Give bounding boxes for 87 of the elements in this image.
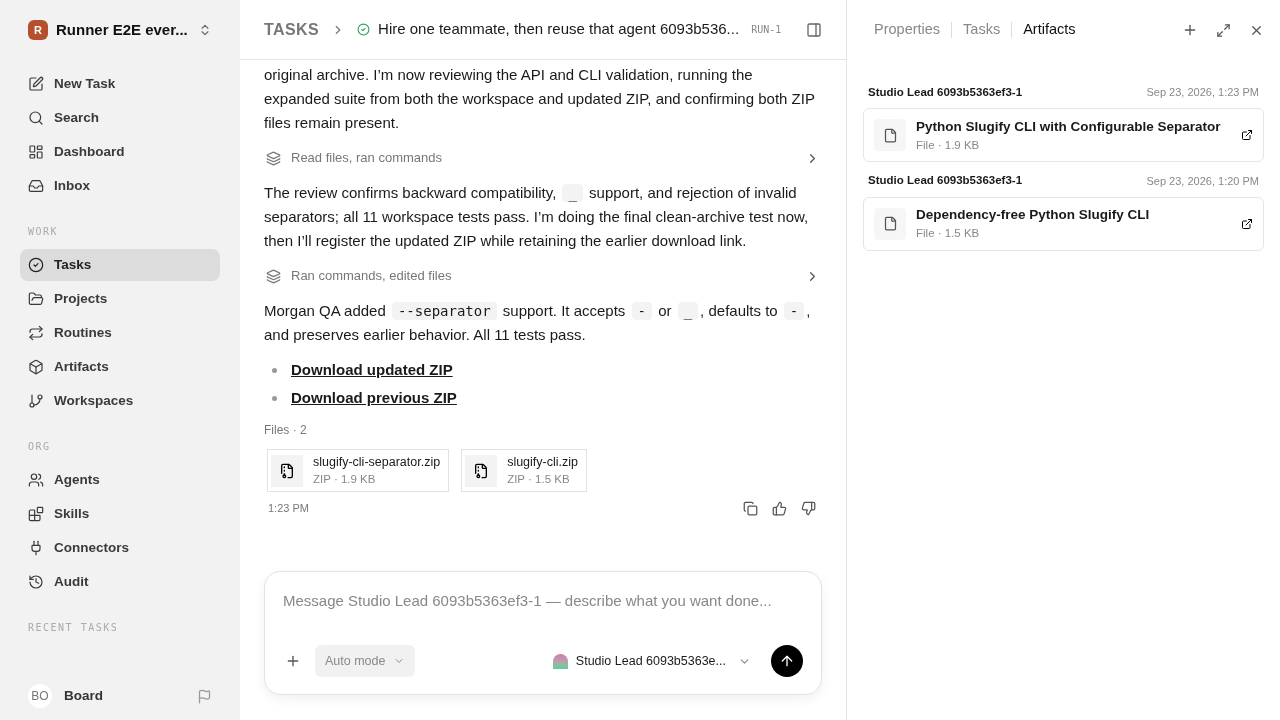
message-field[interactable]: Message Studio Lead 6093b5363ef3-1 — describe what you want done... xyxy=(283,590,803,613)
file-card[interactable]: slugify-cli.zip ZIP · 1.5 KB xyxy=(461,449,587,492)
activity-row[interactable]: Ran commands, edited files xyxy=(264,263,822,289)
repeat-icon xyxy=(28,325,44,341)
message-paragraph: Morgan QA added --separator support. It accepts - or _ , defaults to - , and preserves earlier behavior. All 11 tests pass. xyxy=(264,301,812,345)
archive-file-icon xyxy=(473,462,490,479)
sidebar-item[interactable]: Dashboard xyxy=(20,136,220,168)
message-time: 1:23 PM xyxy=(267,501,309,516)
artifact-meta: File · 1.9 KB xyxy=(916,137,981,153)
thumbs-down-icon[interactable] xyxy=(801,500,816,516)
artifact-date: Sep 23, 2026, 1:23 PM xyxy=(1146,85,1259,101)
artifact-meta: File · 1.5 KB xyxy=(916,226,981,241)
thumbs-up-icon[interactable] xyxy=(772,500,787,516)
layers-icon xyxy=(266,268,281,284)
artifact-card[interactable]: Dependency-free Python Slugify CLI File · 1.5 KB xyxy=(863,196,1264,251)
file-icon xyxy=(882,216,898,231)
sidebar-item[interactable]: Tasks xyxy=(20,249,220,281)
panel-tab[interactable]: Properties xyxy=(863,19,952,41)
task-title: Hire one teammate, then reuse that agent 6093b536... xyxy=(378,19,740,40)
section-label: RECENT TASKS xyxy=(27,621,120,635)
files-label: Files · 2 xyxy=(264,422,308,439)
workspace-name: Runner E2E ever... xyxy=(56,19,189,40)
copy-icon[interactable] xyxy=(743,500,758,516)
file-name: slugify-cli.zip xyxy=(507,453,578,471)
sidebar-item[interactable]: Inbox xyxy=(20,170,220,202)
user-name: Board xyxy=(64,686,104,705)
sidebar-item[interactable]: Workspaces xyxy=(20,385,220,417)
cube-icon xyxy=(28,359,44,375)
run-label: RUN-1 xyxy=(751,23,782,37)
artifact-title: Dependency-free Python Slugify CLI xyxy=(916,205,1151,224)
sidebar-item[interactable]: Search xyxy=(20,102,220,134)
message-paragraph: The review confirms backward compatibility, _ support, and rejection of invalid separators; all 11 workspace tests pass. I’m doing the final clean-archive test now, then I’ll register the updated ZIP while retaining the earlier download link. xyxy=(264,183,810,251)
expand-icon[interactable] xyxy=(1216,22,1231,38)
status-icon xyxy=(357,23,371,36)
add-icon[interactable] xyxy=(285,653,301,669)
pencil-icon xyxy=(28,76,44,92)
blocks-icon xyxy=(28,506,44,522)
dashboard-icon xyxy=(28,144,44,160)
search-icon xyxy=(28,110,44,126)
sidebar-item[interactable]: Artifacts xyxy=(20,351,220,383)
bullet-icon xyxy=(272,367,277,373)
panel-tab[interactable]: Artifacts xyxy=(1012,19,1087,41)
user-avatar: BO xyxy=(28,684,52,708)
external-link-icon[interactable] xyxy=(1241,129,1253,142)
history-icon xyxy=(28,574,44,590)
panel-toggle-icon[interactable] xyxy=(806,21,822,38)
breadcrumb-link[interactable]: TASKS xyxy=(264,17,320,42)
file-icon xyxy=(882,127,898,143)
add-icon[interactable] xyxy=(1182,22,1198,38)
sidebar-item[interactable]: Skills xyxy=(20,498,220,530)
artifact-title: Python Slugify CLI with Configurable Separator xyxy=(916,117,1222,136)
file-card[interactable]: slugify-cli-separator.zip ZIP · 1.9 KB xyxy=(267,449,450,492)
file-meta: ZIP · 1.5 KB xyxy=(507,472,571,488)
artifact-card[interactable]: Python Slugify CLI with Configurable Separator File · 1.9 KB xyxy=(863,108,1264,163)
sidebar-item[interactable]: Agents xyxy=(20,464,220,496)
sidebar-item[interactable]: Connectors xyxy=(20,532,220,564)
layers-icon xyxy=(266,150,281,166)
section-label: ORG xyxy=(27,440,52,454)
sidebar-item[interactable]: New Task xyxy=(20,68,220,100)
branch-icon xyxy=(28,393,44,409)
folder-icon xyxy=(28,291,44,307)
download-link[interactable]: Download updated ZIP xyxy=(291,358,453,382)
activity-row[interactable]: Read files, ran commands xyxy=(264,145,822,171)
flag-icon[interactable] xyxy=(197,688,212,704)
bullet-icon xyxy=(272,395,277,401)
section-label: WORK xyxy=(27,225,60,239)
download-link[interactable]: Download previous ZIP xyxy=(291,386,457,410)
external-link-icon[interactable] xyxy=(1241,217,1253,230)
sidebar-item[interactable]: Projects xyxy=(20,283,220,315)
file-name: slugify-cli-separator.zip xyxy=(313,453,441,471)
sidebar-item[interactable]: Audit xyxy=(20,566,220,598)
users-icon xyxy=(28,472,44,488)
artifact-author: Studio Lead 6093b5363ef3-1 xyxy=(868,85,1023,100)
panel-tab[interactable]: Tasks xyxy=(952,19,1012,41)
inbox-icon xyxy=(28,178,44,194)
send-button[interactable] xyxy=(771,645,803,677)
workspace-logo: R xyxy=(28,20,48,40)
artifact-date: Sep 23, 2026, 1:20 PM xyxy=(1146,173,1259,189)
plug-icon xyxy=(28,540,44,556)
message-paragraph: original archive. I’m now reviewing the API and CLI validation, running the expanded suite from both the workspace and updated ZIP, and confirming both ZIP files remain present. xyxy=(264,65,816,133)
file-meta: ZIP · 1.9 KB xyxy=(313,472,377,488)
agent-avatar xyxy=(552,653,568,669)
artifact-author: Studio Lead 6093b5363ef3-1 xyxy=(868,173,1023,189)
agent-dropdown[interactable]: Studio Lead 6093b5363e... xyxy=(552,651,751,671)
sidebar-item[interactable]: Routines xyxy=(20,317,220,349)
check-circle-icon xyxy=(28,257,44,273)
archive-file-icon xyxy=(279,462,295,479)
